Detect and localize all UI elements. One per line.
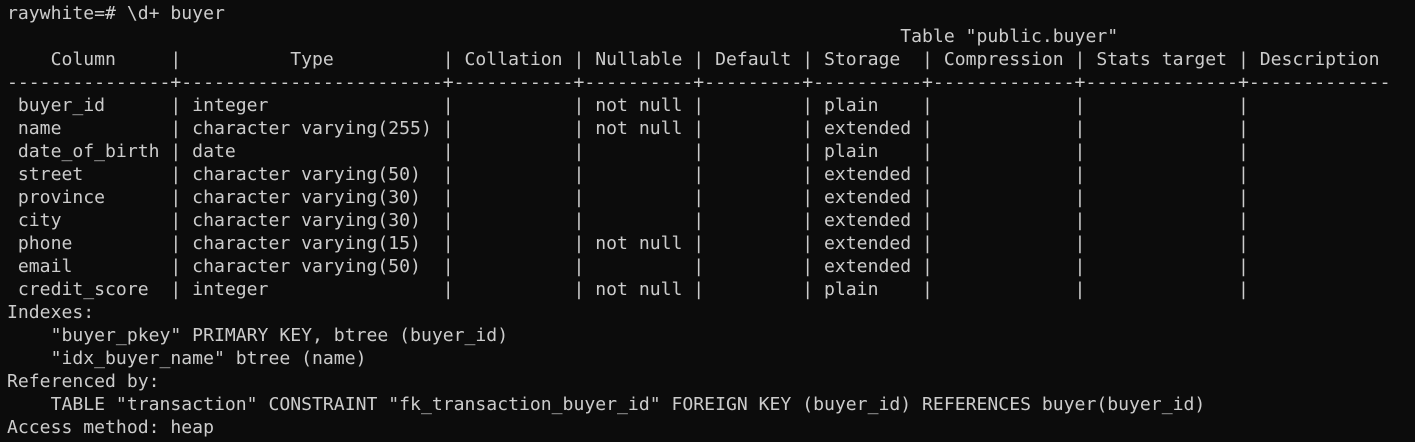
table-row: phone | character varying(15) | | not nu… bbox=[7, 233, 1249, 254]
table-row: buyer_id | integer | | not null | | plai… bbox=[7, 95, 1249, 116]
terminal-window[interactable]: raywhite=# \d+ buyer Table "public.buyer… bbox=[0, 0, 1415, 442]
prompt-line: raywhite=# \d+ buyer bbox=[7, 3, 225, 24]
table-row: province | character varying(30) | | | |… bbox=[7, 187, 1249, 208]
table-body: buyer_id | integer | | not null | | plai… bbox=[7, 94, 1415, 301]
table-row: street | character varying(50) | | | | e… bbox=[7, 164, 1249, 185]
table-header: Column | Type | Collation | Nullable | D… bbox=[7, 49, 1380, 70]
table-title: Table "public.buyer" bbox=[7, 26, 1119, 47]
table-row: city | character varying(30) | | | | ext… bbox=[7, 210, 1249, 231]
indexes-heading: Indexes: bbox=[7, 302, 95, 323]
referenced-by-heading: Referenced by: bbox=[7, 371, 160, 392]
index-entry: "buyer_pkey" PRIMARY KEY, btree (buyer_i… bbox=[7, 325, 509, 346]
reference-entry: TABLE "transaction" CONSTRAINT "fk_trans… bbox=[7, 394, 1206, 415]
table-row: date_of_birth | date | | | | plain | | | bbox=[7, 141, 1249, 162]
table-row: email | character varying(50) | | | | ex… bbox=[7, 256, 1249, 277]
access-method-line: Access method: heap bbox=[7, 417, 214, 438]
table-row: name | character varying(255) | | not nu… bbox=[7, 118, 1249, 139]
table-row: credit_score | integer | | not null | | … bbox=[7, 279, 1249, 300]
table-separator: ---------------+------------------------… bbox=[7, 72, 1391, 93]
index-entry: "idx_buyer_name" btree (name) bbox=[7, 348, 367, 369]
